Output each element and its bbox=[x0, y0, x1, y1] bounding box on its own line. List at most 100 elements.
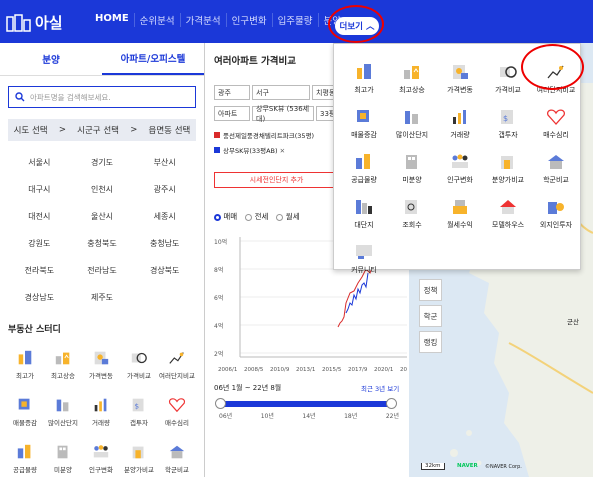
slider-end-handle[interactable] bbox=[386, 398, 397, 409]
search-icon bbox=[15, 92, 25, 102]
menu-item[interactable]: 거래량 bbox=[436, 101, 484, 146]
menu-item-label: 학군비교 bbox=[165, 466, 189, 474]
nav-rank[interactable]: 순위분석 bbox=[133, 13, 180, 27]
tab-apartment[interactable]: 아파트/오피스텔 bbox=[102, 43, 204, 75]
menu-item-label: 매물증감 bbox=[351, 131, 377, 139]
close-icon[interactable]: ✕ bbox=[280, 147, 285, 155]
tab-presale[interactable]: 분양 bbox=[0, 43, 102, 75]
menu-item[interactable]: 많이산단지 bbox=[388, 101, 436, 146]
menu-item[interactable]: 매수심리 bbox=[158, 390, 196, 437]
region-grid: 서울시 경기도 부산시 대구시 인천시 광주시 대전시 울산시 세종시 강원도 충청북도 충청남도 전라… bbox=[8, 149, 196, 311]
main-nav: HOME 순위분석 가격분석 인구변화 입주물량 분양 bbox=[90, 13, 346, 27]
period-slider-track[interactable] bbox=[219, 401, 391, 407]
region-item[interactable]: 광주시 bbox=[133, 176, 196, 203]
menu-item[interactable]: 인구변화 bbox=[436, 146, 484, 191]
presale-price-icon bbox=[132, 446, 144, 459]
region-item[interactable]: 전라남도 bbox=[71, 257, 134, 284]
region-item[interactable]: 경상남도 bbox=[8, 284, 71, 311]
menu-item-label: 최고상승 bbox=[51, 372, 75, 380]
dong-select[interactable]: 읍면동 선택 bbox=[149, 124, 191, 136]
menu-item[interactable]: 공급물량 bbox=[340, 146, 388, 191]
supply-icon bbox=[17, 444, 31, 459]
map-ranking-button[interactable]: 랭킹 bbox=[419, 331, 442, 353]
menu-item[interactable]: 모델하우스 bbox=[484, 191, 532, 236]
map-policy-button[interactable]: 정책 bbox=[419, 279, 442, 301]
nav-supply[interactable]: 입주물량 bbox=[271, 13, 318, 27]
slider-start-handle[interactable] bbox=[215, 398, 226, 409]
menu-item[interactable]: 학군비교 bbox=[532, 146, 580, 191]
menu-item[interactable]: 여러단지비교 bbox=[158, 343, 196, 390]
region-item[interactable]: 울산시 bbox=[71, 203, 134, 230]
region-item[interactable]: 서울시 bbox=[8, 149, 71, 176]
menu-item[interactable]: 최고상승 bbox=[388, 56, 436, 101]
naver-logo: NAVER bbox=[457, 463, 478, 469]
region-selector: 시도 선택 > 시군구 선택 > 읍면동 선택 bbox=[8, 119, 196, 141]
menu-item[interactable]: 매물증감 bbox=[6, 390, 44, 437]
menu-item[interactable]: 대단지 bbox=[340, 191, 388, 236]
menu-item-label: 여러단지비교 bbox=[159, 372, 195, 380]
nav-price[interactable]: 가격분석 bbox=[179, 13, 226, 27]
y-tick-label: 2억 bbox=[214, 350, 223, 358]
region-item[interactable]: 전라북도 bbox=[8, 257, 71, 284]
region-item[interactable]: 세종시 bbox=[133, 203, 196, 230]
logo[interactable]: 아실 bbox=[6, 12, 63, 33]
sigungu-select[interactable]: 시군구 선택 bbox=[77, 124, 119, 136]
region-item[interactable]: 충청북도 bbox=[71, 230, 134, 257]
radio-sale[interactable]: 매매 bbox=[214, 211, 237, 222]
radio-monthly[interactable]: 월세 bbox=[276, 211, 300, 222]
menu-item[interactable]: $ 갭투자 bbox=[120, 390, 158, 437]
menu-item[interactable]: 미분양 bbox=[388, 146, 436, 191]
multi-complex-compare-icon bbox=[169, 352, 184, 364]
popup-icon-grid: 최고가 최고상승 가격변동 가격비교 여러단지비교 매물증감 많이산단지 거래량 $ 갭투자 매수심… bbox=[340, 56, 580, 281]
recent-3y-link[interactable]: 최근 3년 보기 bbox=[361, 383, 399, 393]
region-item[interactable]: 대구시 bbox=[8, 176, 71, 203]
menu-item[interactable]: 분양가비교 bbox=[484, 146, 532, 191]
region-row: 대전시 울산시 세종시 bbox=[8, 203, 196, 230]
menu-item[interactable]: $ 갭투자 bbox=[484, 101, 532, 146]
menu-item[interactable]: 월세수익 bbox=[436, 191, 484, 236]
study-icon-grid: 최고가 최고상승 가격변동 가격비교 여러단지비교매물증감 많이산단지 거래량 $ 갭투자 매수심… bbox=[6, 343, 198, 484]
menu-item-label: 커뮤니티 bbox=[351, 266, 377, 274]
apartment-name: 상무SK뷰(33평AB) bbox=[223, 147, 278, 155]
region-item[interactable]: 강원도 bbox=[8, 230, 71, 257]
radio-jeonse[interactable]: 전세 bbox=[245, 211, 268, 222]
region-item[interactable]: 경상북도 bbox=[133, 257, 196, 284]
apartment-dropdown[interactable]: 상무SK뷰 (536세대) bbox=[252, 105, 314, 123]
region-item[interactable]: 제주도 bbox=[71, 284, 134, 311]
sido-select[interactable]: 시도 선택 bbox=[14, 124, 48, 136]
menu-item[interactable]: 최고상승 bbox=[44, 343, 82, 390]
region-item[interactable]: 인천시 bbox=[71, 176, 134, 203]
region-item[interactable]: 경기도 bbox=[71, 149, 134, 176]
search-input[interactable]: 아파트명을 검색해보세요. bbox=[8, 86, 196, 108]
nav-population[interactable]: 인구변화 bbox=[225, 13, 272, 27]
menu-item[interactable]: 조회수 bbox=[388, 191, 436, 236]
menu-item[interactable]: 가격비교 bbox=[120, 343, 158, 390]
region-item[interactable]: 충청남도 bbox=[133, 230, 196, 257]
menu-item[interactable]: 거래량 bbox=[82, 390, 120, 437]
menu-item[interactable]: 많이산단지 bbox=[44, 390, 82, 437]
unsold-icon bbox=[406, 155, 417, 169]
price-compare-icon bbox=[131, 352, 147, 364]
menu-item[interactable]: 매수심리 bbox=[532, 101, 580, 146]
region-item[interactable]: 부산시 bbox=[133, 149, 196, 176]
most-bought-icon bbox=[56, 399, 69, 412]
menu-item[interactable]: 커뮤니티 bbox=[340, 236, 388, 281]
series-swatch bbox=[214, 132, 220, 138]
add-complex-button[interactable]: 시세전인단지 추가 bbox=[214, 172, 339, 188]
period-label: 06년 1월 ~ 22년 8월 bbox=[214, 384, 282, 392]
region-item[interactable]: 대전시 bbox=[8, 203, 71, 230]
svg-text:$: $ bbox=[503, 114, 508, 123]
sigungu-dropdown[interactable]: 서구 bbox=[252, 85, 310, 100]
menu-item[interactable]: 가격변동 bbox=[436, 56, 484, 101]
menu-item[interactable]: 가격변동 bbox=[82, 343, 120, 390]
volume-icon bbox=[453, 110, 466, 124]
menu-item[interactable]: 매물증감 bbox=[340, 101, 388, 146]
map-school-button[interactable]: 학군 bbox=[419, 305, 442, 327]
sido-dropdown[interactable]: 광주 bbox=[214, 85, 250, 100]
menu-item-label: 미분양 bbox=[402, 176, 422, 184]
nav-home[interactable]: HOME bbox=[90, 13, 134, 27]
type-dropdown[interactable]: 아파트 bbox=[214, 106, 250, 121]
menu-item[interactable]: 최고가 bbox=[340, 56, 388, 101]
menu-item[interactable]: 최고가 bbox=[6, 343, 44, 390]
menu-item[interactable]: 외지인투자 bbox=[532, 191, 580, 236]
